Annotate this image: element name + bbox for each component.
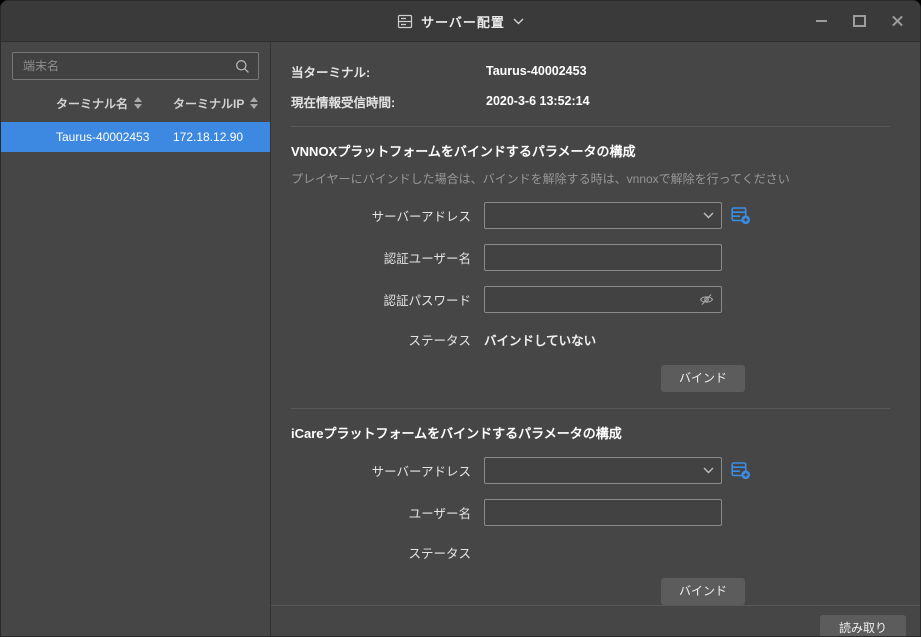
vnnox-server-select[interactable] (484, 202, 722, 229)
vnnox-password-input[interactable] (492, 292, 699, 308)
vnnox-username-label: 認証ユーザー名 (291, 248, 471, 267)
icare-status-label: ステータス (291, 543, 471, 562)
icare-server-label: サーバーアドレス (291, 461, 471, 480)
receive-time-value: 2020-3-6 13:52:14 (486, 94, 590, 108)
vnnox-server-label: サーバーアドレス (291, 206, 471, 225)
column-terminal-ip: ターミナルIP (173, 95, 244, 112)
icare-username-field (484, 499, 722, 526)
receive-time-label: 現在情報受信時間: (291, 92, 486, 111)
add-server-icon[interactable] (731, 206, 751, 225)
vnnox-section-title: VNNOXプラットフォームをバインドするパラメータの構成 (291, 141, 920, 160)
table-row[interactable]: Taurus-40002453 172.18.12.90 (1, 122, 270, 152)
terminal-table-header: ターミナル名 ターミナルIP (1, 84, 270, 122)
vnnox-password-label: 認証パスワード (291, 290, 471, 309)
icare-section-title: iCareプラットフォームをバインドするパラメータの構成 (291, 423, 920, 442)
page-title: サーバー配置 (421, 12, 505, 31)
app-window: サーバー配置 (0, 0, 921, 637)
vnnox-status-label: ステータス (291, 330, 471, 349)
vnnox-username-field (484, 244, 722, 271)
chevron-down-icon (703, 467, 714, 474)
terminal-info: 当ターミナル: Taurus-40002453 現在情報受信時間: 2020-3… (271, 42, 920, 116)
chevron-down-icon (703, 212, 714, 219)
close-icon[interactable] (890, 14, 904, 28)
icare-server-select[interactable] (484, 457, 722, 484)
footer-bar: 読み取り (271, 605, 920, 637)
terminal-sidebar: ターミナル名 ターミナルIP Taurus-40002453 172.18.12… (1, 42, 271, 636)
terminal-search (12, 52, 259, 80)
minimize-icon[interactable] (814, 14, 828, 28)
sort-icon[interactable] (250, 97, 258, 109)
column-terminal-name: ターミナル名 (56, 95, 128, 112)
icare-username-label: ユーザー名 (291, 503, 471, 522)
search-icon[interactable] (235, 59, 250, 74)
icare-bind-button[interactable]: バインド (661, 578, 745, 605)
window-menu[interactable]: サーバー配置 (397, 12, 524, 31)
maximize-icon[interactable] (852, 14, 866, 28)
section-divider (291, 408, 890, 409)
chevron-down-icon (513, 18, 524, 25)
terminal-name: Taurus-40002453 (56, 130, 149, 144)
vnnox-password-field (484, 286, 722, 313)
current-terminal-value: Taurus-40002453 (486, 64, 587, 78)
vnnox-bind-button[interactable]: バインド (661, 365, 745, 392)
server-config-panel: 当ターミナル: Taurus-40002453 現在情報受信時間: 2020-3… (271, 42, 920, 636)
sort-icon[interactable] (134, 97, 142, 109)
terminal-ip: 172.18.12.90 (173, 130, 243, 144)
vnnox-username-input[interactable] (492, 250, 714, 266)
icare-username-input[interactable] (492, 505, 714, 521)
vnnox-section-note: プレイヤーにバインドした場合は、バインドを解除する時は、vnnoxで解除を行って… (291, 170, 920, 187)
section-divider (291, 126, 890, 127)
server-config-icon (397, 14, 413, 29)
titlebar: サーバー配置 (1, 1, 920, 42)
current-terminal-label: 当ターミナル: (291, 62, 486, 81)
window-controls (814, 1, 904, 41)
eye-off-icon[interactable] (699, 293, 714, 306)
vnnox-status-value: バインドしていない (484, 330, 596, 349)
read-button[interactable]: 読み取り (820, 615, 906, 637)
search-input[interactable] (21, 58, 235, 74)
add-server-icon[interactable] (731, 461, 751, 480)
